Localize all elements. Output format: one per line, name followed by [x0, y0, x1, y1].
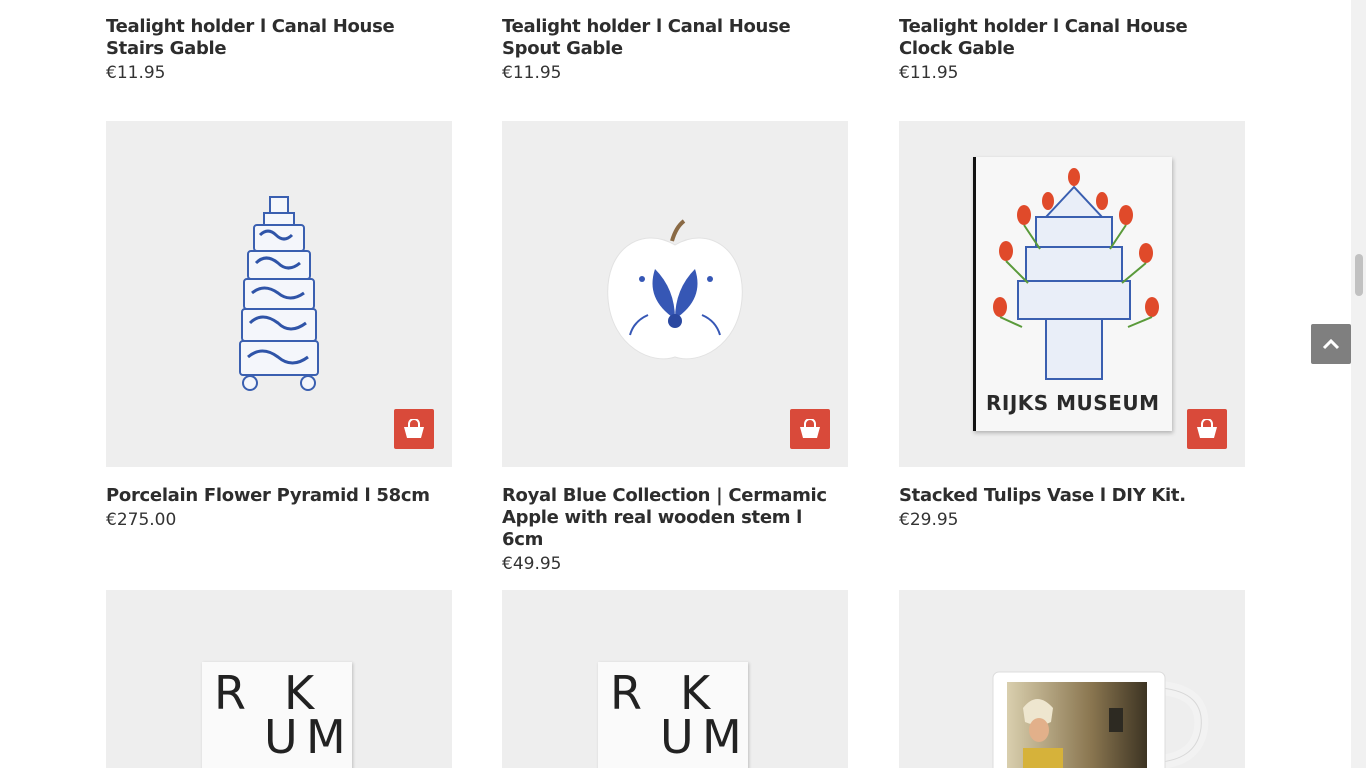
product-listing-page: Tealight holder l Canal House Stairs Gab… — [0, 0, 1366, 768]
add-to-cart-button[interactable] — [1187, 409, 1227, 449]
book-letter: U — [660, 710, 694, 764]
product-price: €11.95 — [106, 63, 166, 83]
product-price: €29.95 — [899, 510, 959, 530]
product-image[interactable]: RIJKS MUSEUM — [899, 121, 1245, 467]
milkmaid-mug-image — [992, 671, 1209, 768]
product-price: €11.95 — [502, 63, 562, 83]
product-name[interactable]: Tealight holder l Canal House Stairs Gab… — [106, 16, 452, 60]
shopping-bag-icon — [404, 419, 424, 438]
chevron-up-icon — [1322, 338, 1340, 350]
product-price: €275.00 — [106, 510, 177, 530]
book-title: RIJKS MUSEUM — [986, 391, 1160, 415]
vertical-scrollbar[interactable] — [1351, 0, 1366, 768]
shopping-bag-icon — [1197, 419, 1217, 438]
product-image[interactable] — [899, 590, 1245, 768]
product-name[interactable]: Porcelain Flower Pyramid l 58cm — [106, 485, 452, 507]
rijksmuseum-book-image: R K U M — [598, 662, 748, 768]
book-letter: M — [702, 710, 742, 764]
shopping-bag-icon — [800, 419, 820, 438]
book-letter: U — [264, 710, 298, 764]
book-letter: R — [214, 666, 246, 720]
scrollbar-thumb[interactable] — [1355, 254, 1363, 296]
add-to-cart-button[interactable] — [394, 409, 434, 449]
book-letter: R — [610, 666, 642, 720]
product-name[interactable]: Royal Blue Collection | Cermamic Apple w… — [502, 485, 848, 551]
add-to-cart-button[interactable] — [790, 409, 830, 449]
product-image[interactable]: R K U M — [502, 590, 848, 768]
flower-pyramid-image — [239, 196, 319, 391]
product-name[interactable]: Tealight holder l Canal House Clock Gabl… — [899, 16, 1245, 60]
back-to-top-button[interactable] — [1311, 324, 1351, 364]
product-image[interactable] — [106, 121, 452, 467]
product-price: €11.95 — [899, 63, 959, 83]
book-letter: M — [306, 710, 346, 764]
product-name[interactable]: Stacked Tulips Vase l DIY Kit. — [899, 485, 1245, 507]
tulip-vase-book-image: RIJKS MUSEUM — [973, 157, 1172, 431]
product-price: €49.95 — [502, 554, 562, 574]
rijksmuseum-book-image: R K U M — [202, 662, 352, 768]
ceramic-apple-image — [607, 219, 743, 360]
product-name[interactable]: Tealight holder l Canal House Spout Gabl… — [502, 16, 848, 60]
product-image[interactable]: R K U M — [106, 590, 452, 768]
product-image[interactable] — [502, 121, 848, 467]
